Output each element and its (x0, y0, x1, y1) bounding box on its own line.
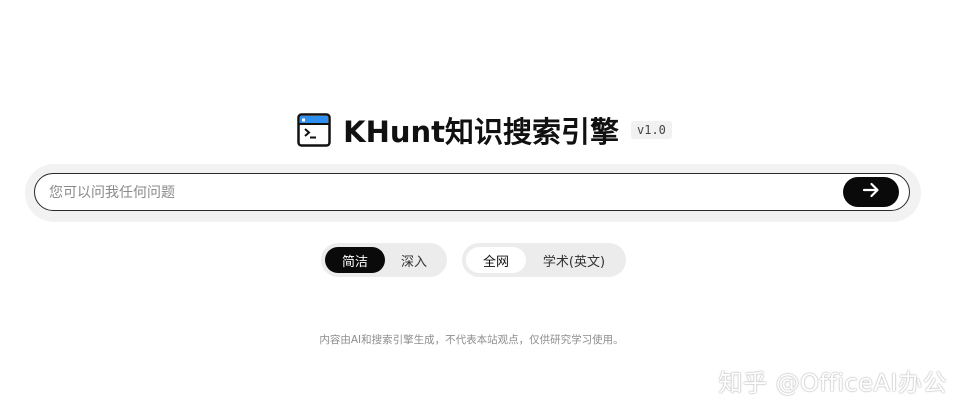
scope-toggle: 全网 学术(英文) (462, 243, 626, 277)
page: KHunt知识搜索引擎 v1.0 简洁 深入 全网 学术(英文) 内容由AI和搜… (0, 0, 969, 419)
mode-toggle: 简洁 深入 (321, 243, 447, 277)
mode-option-brief[interactable]: 简洁 (325, 247, 385, 273)
disclaimer-text: 内容由AI和搜索引擎生成，不代表本站观点，仅供研究学习使用。 (319, 334, 624, 346)
version-badge: v1.0 (631, 121, 672, 139)
scope-option-academic[interactable]: 学术(英文) (526, 247, 622, 273)
watermark: 知乎 @OfficeAI办公 (718, 369, 947, 397)
search-box (34, 173, 910, 212)
arrow-right-icon (861, 180, 881, 204)
header: KHunt知识搜索引擎 v1.0 (0, 108, 969, 152)
search-bar (25, 164, 921, 222)
scope-option-web[interactable]: 全网 (466, 247, 526, 273)
mode-option-deep[interactable]: 深入 (385, 247, 443, 273)
terminal-window-icon (297, 113, 331, 147)
page-title: KHunt知识搜索引擎 (343, 115, 619, 149)
submit-button[interactable] (843, 177, 899, 207)
search-input[interactable] (47, 174, 841, 212)
